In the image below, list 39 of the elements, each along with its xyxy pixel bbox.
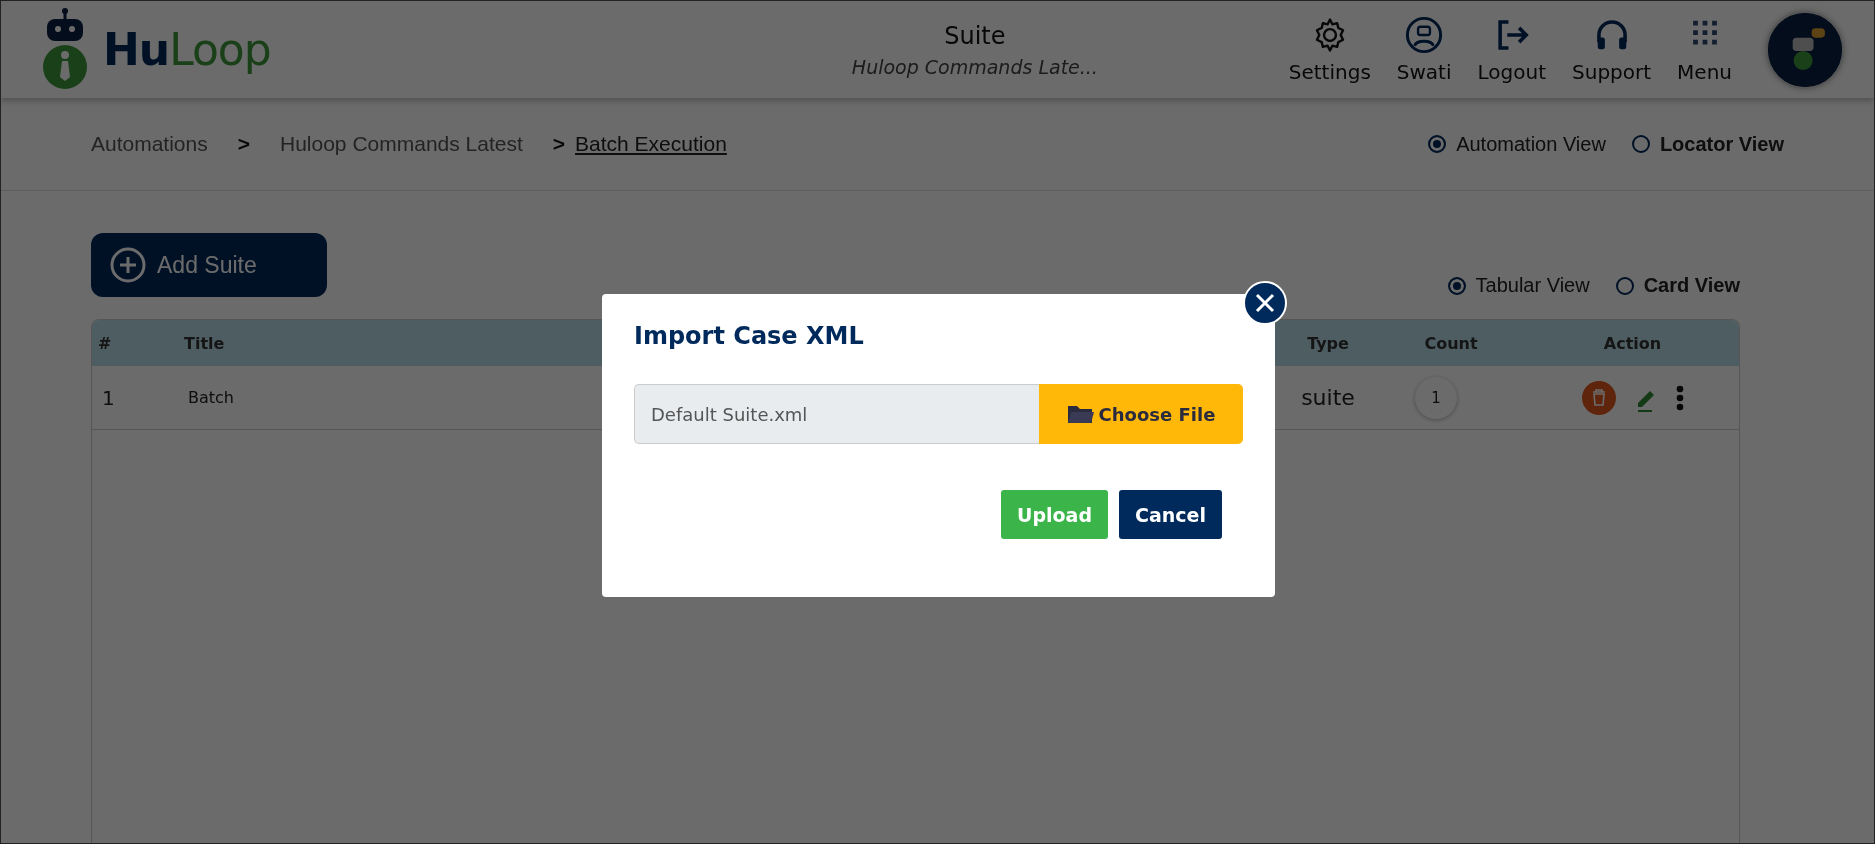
dialog-title: Import Case XML — [634, 322, 865, 350]
more-options-icon[interactable] — [1675, 384, 1684, 411]
trash-icon[interactable] — [1581, 380, 1616, 415]
robot-avatar-icon — [1405, 15, 1444, 54]
radio-option[interactable]: Automation View — [1428, 132, 1606, 156]
column-header: Type — [1307, 333, 1349, 353]
table-cell-text: 1 — [101, 385, 116, 410]
page-subtitle: Huloop Commands Late... — [851, 55, 1098, 78]
nav-item[interactable]: Settings — [1288, 15, 1371, 84]
breadcrumb-link[interactable]: Batch Execution — [575, 132, 727, 156]
nav-item[interactable]: Swati — [1396, 15, 1452, 84]
column-header: # — [98, 333, 112, 353]
plus-circle-icon — [109, 246, 147, 284]
nav-item[interactable]: Logout — [1477, 15, 1546, 84]
page-title: Suite — [944, 21, 1006, 50]
file-name-field[interactable]: Default Suite.xml — [634, 384, 1039, 444]
radio-option[interactable]: Locator View — [1631, 132, 1784, 156]
column-header: Action — [1603, 333, 1662, 353]
nav-item[interactable]: Support — [1572, 15, 1652, 84]
table-cell: suite — [1301, 385, 1355, 410]
brand-logo-text: HuLoop — [103, 24, 271, 75]
column-header: Title — [184, 333, 225, 353]
folder-icon — [1066, 403, 1095, 425]
choose-file-button[interactable]: Choose File — [1039, 384, 1243, 444]
radio-option[interactable]: Card View — [1615, 274, 1740, 297]
upload-button[interactable]: Upload — [1001, 490, 1109, 539]
close-icon — [1254, 292, 1276, 314]
column-header: Count — [1424, 333, 1478, 353]
close-button[interactable] — [1243, 281, 1287, 325]
breadcrumb-separator: > — [552, 132, 566, 156]
add-suite-button[interactable]: Add Suite — [91, 233, 327, 297]
cancel-button[interactable]: Cancel — [1119, 490, 1222, 539]
breadcrumb-separator: > — [237, 132, 250, 156]
breadcrumb-item[interactable]: Automations — [91, 132, 208, 156]
count-badge: 1 — [1415, 376, 1457, 419]
table-cell-text: Batch — [187, 388, 235, 407]
radio-option[interactable]: Tabular View — [1447, 274, 1590, 297]
nav-item[interactable]: Menu — [1677, 15, 1732, 84]
breadcrumb-item[interactable]: Huloop Commands Latest — [280, 132, 523, 156]
